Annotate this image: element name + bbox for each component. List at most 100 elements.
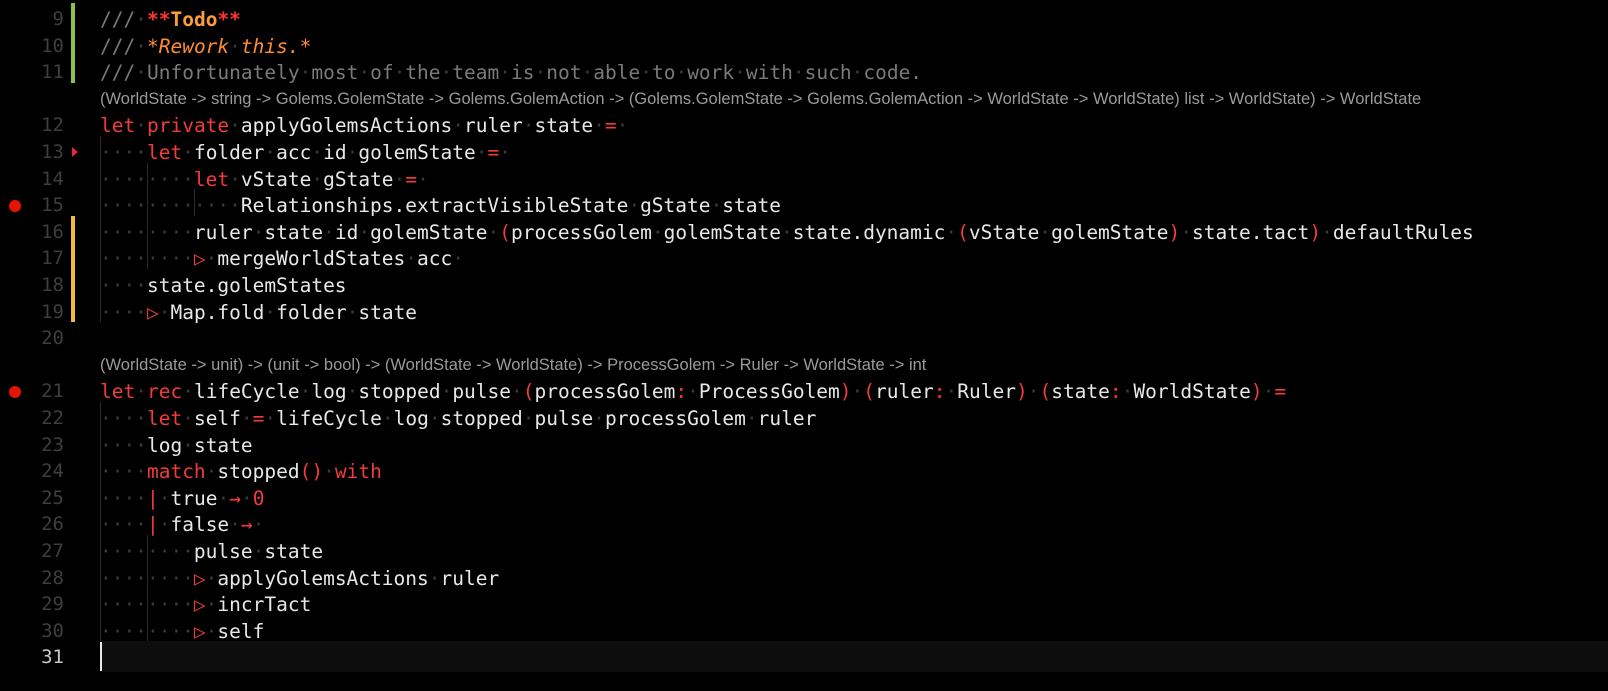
line-number[interactable]: 13 [0,139,64,166]
operator-token: : [933,380,946,404]
code-line: 14 ········let·vState·gState·=· [0,166,1608,193]
whitespace-marker: · [1027,380,1040,404]
code-line: 29 ········▷·incrTact [0,591,1608,618]
whitespace-marker: · [428,566,441,590]
code-text[interactable]: ····|·false·→· [100,511,264,538]
whitespace-marker: · [205,460,218,484]
line-number[interactable]: 9 [0,6,64,33]
operator-token: ( [499,220,511,244]
operator-token: ( [863,380,876,404]
whitespace-marker: · [734,61,746,85]
line-number[interactable]: 25 [0,485,64,512]
whitespace-marker: · [229,513,241,537]
operator-token: ) [1309,220,1322,244]
whitespace-marker: · [945,380,958,404]
whitespace-marker: ···· [100,274,147,297]
type-hint-codelens[interactable]: (WorldState -> unit) -> (unit -> bool) -… [100,352,926,379]
code-text[interactable]: ········pulse·state [100,538,323,565]
line-number[interactable]: 24 [0,458,64,485]
whitespace-marker: · [1180,220,1192,244]
whitespace-marker: ········ [100,593,194,617]
whitespace-marker: · [593,407,605,430]
whitespace-marker: · [205,619,218,643]
code-text[interactable]: ········▷·incrTact [100,591,311,618]
pipe-operator-icon: ▷ [193,619,206,643]
code-line: 22 ····let·self·=·lifeCycle·log·stopped·p… [0,405,1608,432]
operator-token: = [405,167,418,191]
line-number[interactable]: 23 [0,432,64,459]
code-text[interactable]: ····match·stopped()·with [100,458,382,485]
code-text[interactable]: ····|·true·→·0 [100,485,264,512]
whitespace-marker: · [264,141,277,164]
code-text[interactable]: ····let·folder·acc·id·golemState·=· [100,139,511,166]
operator-token: | [146,486,159,510]
line-number[interactable]: 28 [0,565,64,592]
code-text[interactable]: ///·*Rework·this.* [100,33,311,60]
code-text[interactable]: ///·Unfortunately·most·of·the·team·is·no… [100,59,922,86]
code-text[interactable]: ············Relationships.extractVisible… [100,192,781,219]
line-number[interactable]: 18 [0,272,64,299]
whitespace-marker: ···· [100,300,147,324]
line-number[interactable]: 20 [0,325,64,352]
code-text[interactable]: ····▷·Map.fold·folder·state [100,299,417,326]
whitespace-marker: · [511,380,523,404]
code-editor[interactable]: (WorldState -> string -> Golems.GolemSta… [0,0,1608,691]
code-line: 27 ········pulse·state [0,538,1608,565]
whitespace-marker: · [417,167,429,191]
code-text[interactable]: ····log·state [100,432,253,459]
whitespace-marker: · [323,220,335,244]
whitespace-marker: · [182,380,194,404]
line-number[interactable]: 29 [0,591,64,618]
whitespace-marker: · [393,61,406,85]
code-text[interactable]: ····state.golemStates [100,272,347,299]
line-number[interactable]: 30 [0,618,64,645]
code-text[interactable]: ········▷·self [100,618,264,645]
line-number[interactable]: 26 [0,511,64,538]
code-text[interactable]: ········▷·mergeWorldStates·acc· [100,245,464,272]
whitespace-marker: · [851,61,864,85]
line-number[interactable]: 11 [0,59,64,86]
operator-token: ( [299,460,312,484]
whitespace-marker: · [475,141,488,164]
line-number[interactable]: 16 [0,219,64,246]
operator-token: ( [522,380,535,404]
whitespace-marker: · [158,300,171,324]
operator-token: ) [311,460,324,484]
whitespace-marker: · [440,61,453,85]
whitespace-marker: · [640,61,652,85]
code-text[interactable]: ····let·self·=·lifeCycle·log·stopped·pul… [100,405,816,432]
line-number[interactable]: 31 [0,644,64,671]
code-text[interactable]: ///·**Todo** [100,6,241,33]
operator-token: = [252,407,265,430]
pipe-operator-icon: ▷ [146,300,159,324]
code-line: 25 ····|·true·→·0 [0,485,1608,512]
line-number[interactable]: 12 [0,112,64,139]
whitespace-marker: · [240,486,253,510]
code-text[interactable]: let·private·applyGolemsActions·ruler·sta… [100,112,628,139]
whitespace-marker: · [1262,380,1275,404]
line-number[interactable]: 17 [0,245,64,272]
whitespace-marker: · [381,407,394,430]
whitespace-marker: · [229,167,241,191]
whitespace-marker: ···· [100,433,147,457]
whitespace-marker: · [452,114,464,138]
whitespace-marker: · [745,407,758,430]
line-number[interactable]: 10 [0,33,64,60]
line-number[interactable]: 19 [0,299,64,326]
code-text[interactable]: ········let·vState·gState·=· [100,166,429,193]
line-number[interactable]: 22 [0,405,64,432]
code-text[interactable]: ········▷·applyGolemsActions·ruler [100,565,499,592]
line-number[interactable]: 27 [0,538,64,565]
code-token: Todo [170,8,218,31]
operator-token: ) [1015,380,1028,404]
code-text[interactable]: let·rec·lifeCycle·log·stopped·pulse·(pro… [100,378,1286,405]
whitespace-marker: · [581,61,594,85]
keyword-token: rec [146,380,183,404]
code-token: /// [100,61,136,85]
keyword-token: let [146,407,183,430]
fold-marker-icon[interactable] [72,147,78,157]
type-hint-codelens[interactable]: (WorldState -> string -> Golems.GolemSta… [100,86,1421,113]
line-number[interactable]: 14 [0,166,64,193]
code-text[interactable]: ········ruler·state·id·golemState·(proce… [100,219,1474,246]
whitespace-marker: · [240,407,253,430]
